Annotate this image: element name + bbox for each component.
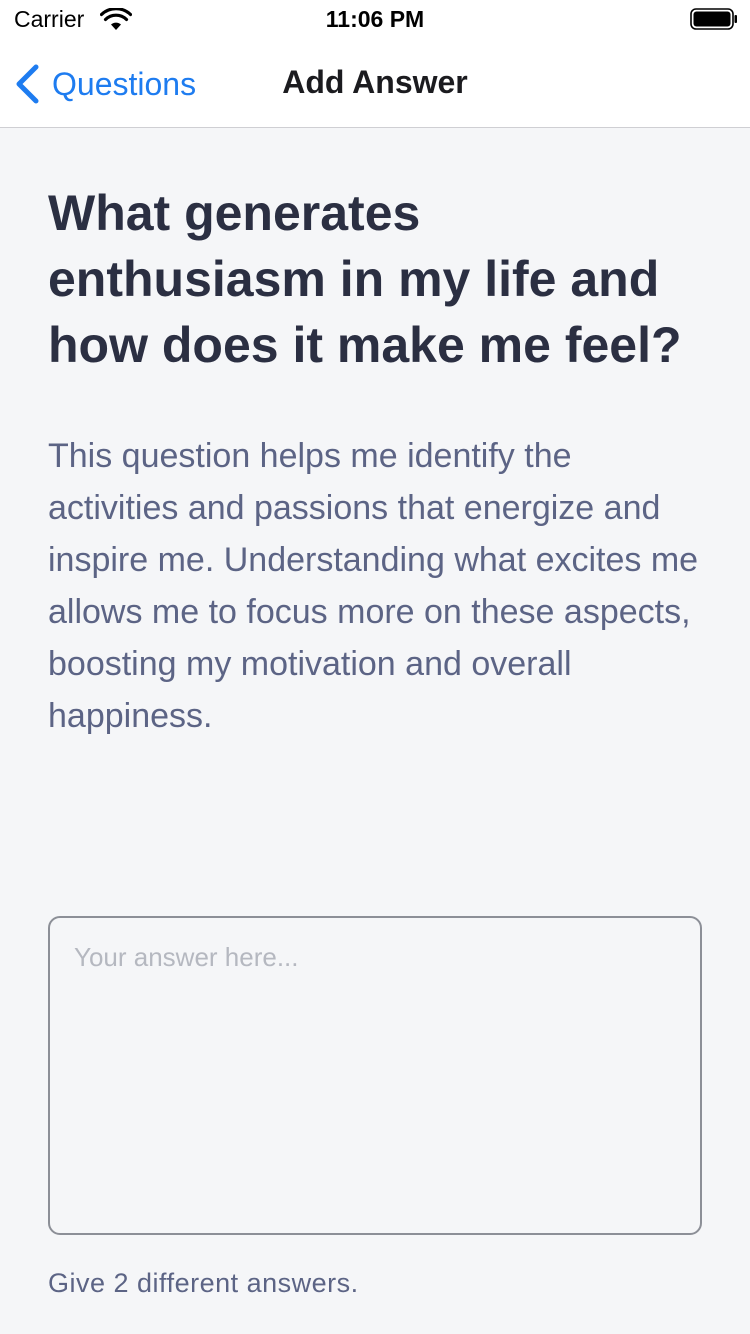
battery-icon [690,8,737,30]
status-bar: Carrier 11:06 PM [0,0,750,40]
answer-hint: Give 2 different answers. [48,1268,359,1298]
main-content: What generates enthusiasm in my life and… [48,128,702,1298]
answer-input[interactable] [48,916,702,1235]
question-title: What generates enthusiasm in my life and… [48,185,682,373]
question-description: This question helps me identify the acti… [48,437,699,735]
status-time: 11:06 PM [325,6,425,32]
top-bar: Carrier 11:06 PM Questions Add Answer [0,0,750,128]
navigation-bar: Questions Add Answer [0,40,750,128]
nav-title: Add Answer [282,64,468,100]
